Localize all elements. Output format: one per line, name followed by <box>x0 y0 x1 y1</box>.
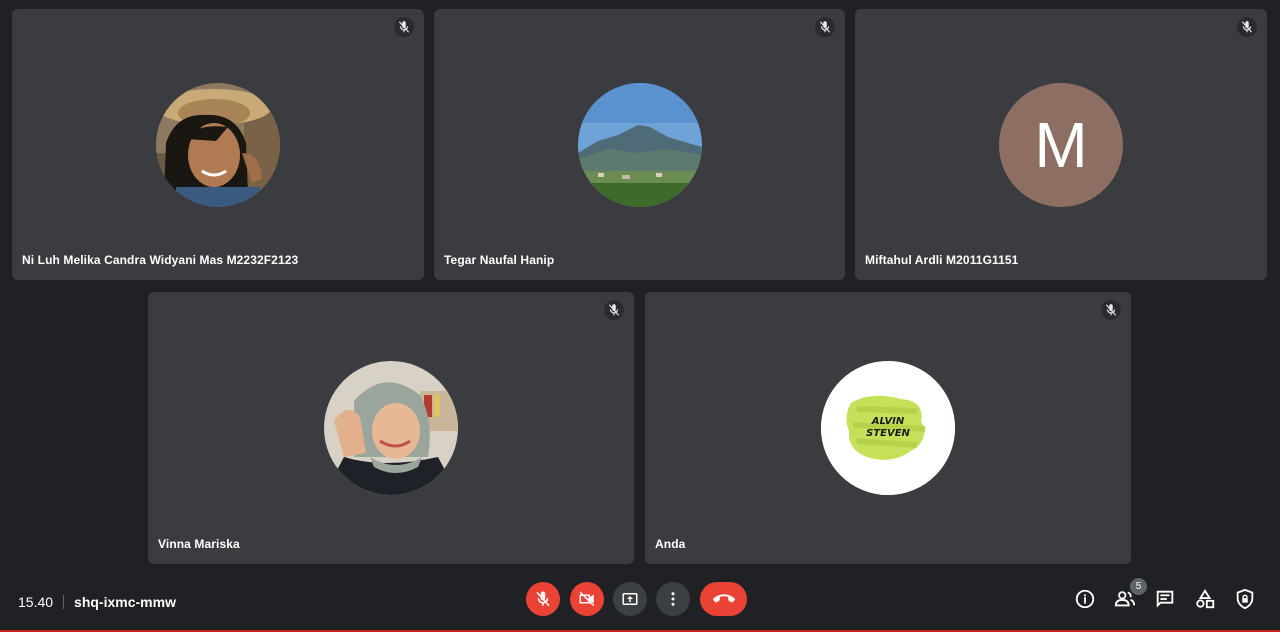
activities-button[interactable] <box>1192 586 1218 612</box>
people-button[interactable]: 5 <box>1112 578 1147 612</box>
present-now-button[interactable] <box>613 582 647 616</box>
meeting-info: 15.40 shq-ixmc-mmw <box>18 594 176 610</box>
camera-off-icon <box>579 591 595 607</box>
mic-toggle-button[interactable] <box>526 582 560 616</box>
avatar <box>324 361 458 495</box>
chat-icon <box>1156 590 1174 608</box>
avatar <box>156 83 280 207</box>
mic-off-icon <box>815 17 835 37</box>
participant-tile[interactable]: Tegar Naufal Hanip <box>434 9 845 280</box>
host-controls-icon <box>1236 588 1254 610</box>
more-options-button[interactable] <box>656 582 690 616</box>
meeting-details-button[interactable] <box>1072 586 1098 612</box>
participant-tile[interactable]: ALVIN STEVEN Anda <box>645 292 1131 564</box>
activities-icon <box>1196 589 1215 609</box>
participant-name: Ni Luh Melika Candra Widyani Mas M2232F2… <box>22 253 299 267</box>
avatar: ALVIN STEVEN <box>821 361 955 495</box>
camera-toggle-button[interactable] <box>570 582 604 616</box>
participant-name: Vinna Mariska <box>158 537 240 551</box>
participant-name: Tegar Naufal Hanip <box>444 253 555 267</box>
info-icon <box>1075 589 1095 609</box>
meeting-time: 15.40 <box>18 594 54 610</box>
logo-text-line2: STEVEN <box>866 428 910 439</box>
meeting-code: shq-ixmc-mmw <box>74 594 176 610</box>
mic-off-icon <box>1101 300 1121 320</box>
mic-off-icon <box>604 300 624 320</box>
participant-name: Anda <box>655 537 686 551</box>
control-bar: 15.40 shq-ixmc-mmw 5 <box>0 568 1280 632</box>
participant-name: Miftahul Ardli M2011G1151 <box>865 253 1019 267</box>
mic-off-icon <box>394 17 414 37</box>
avatar-initial: M <box>999 83 1123 207</box>
participant-tile[interactable]: Ni Luh Melika Candra Widyani Mas M2232F2… <box>12 9 424 280</box>
avatar <box>578 83 702 207</box>
participant-tile[interactable]: Vinna Mariska <box>148 292 634 564</box>
mic-off-icon <box>536 591 550 607</box>
host-controls-button[interactable] <box>1232 586 1258 612</box>
participant-tile[interactable]: M Miftahul Ardli M2011G1151 <box>855 9 1267 280</box>
mic-off-icon <box>1237 17 1257 37</box>
call-end-icon <box>712 594 735 603</box>
divider <box>63 595 65 609</box>
more-vert-icon <box>671 592 675 606</box>
chat-button[interactable] <box>1152 586 1178 612</box>
logo-text-line1: ALVIN <box>871 416 905 427</box>
leave-call-button[interactable] <box>700 582 747 616</box>
present-screen-icon <box>622 593 638 605</box>
people-count-badge: 5 <box>1130 578 1147 595</box>
